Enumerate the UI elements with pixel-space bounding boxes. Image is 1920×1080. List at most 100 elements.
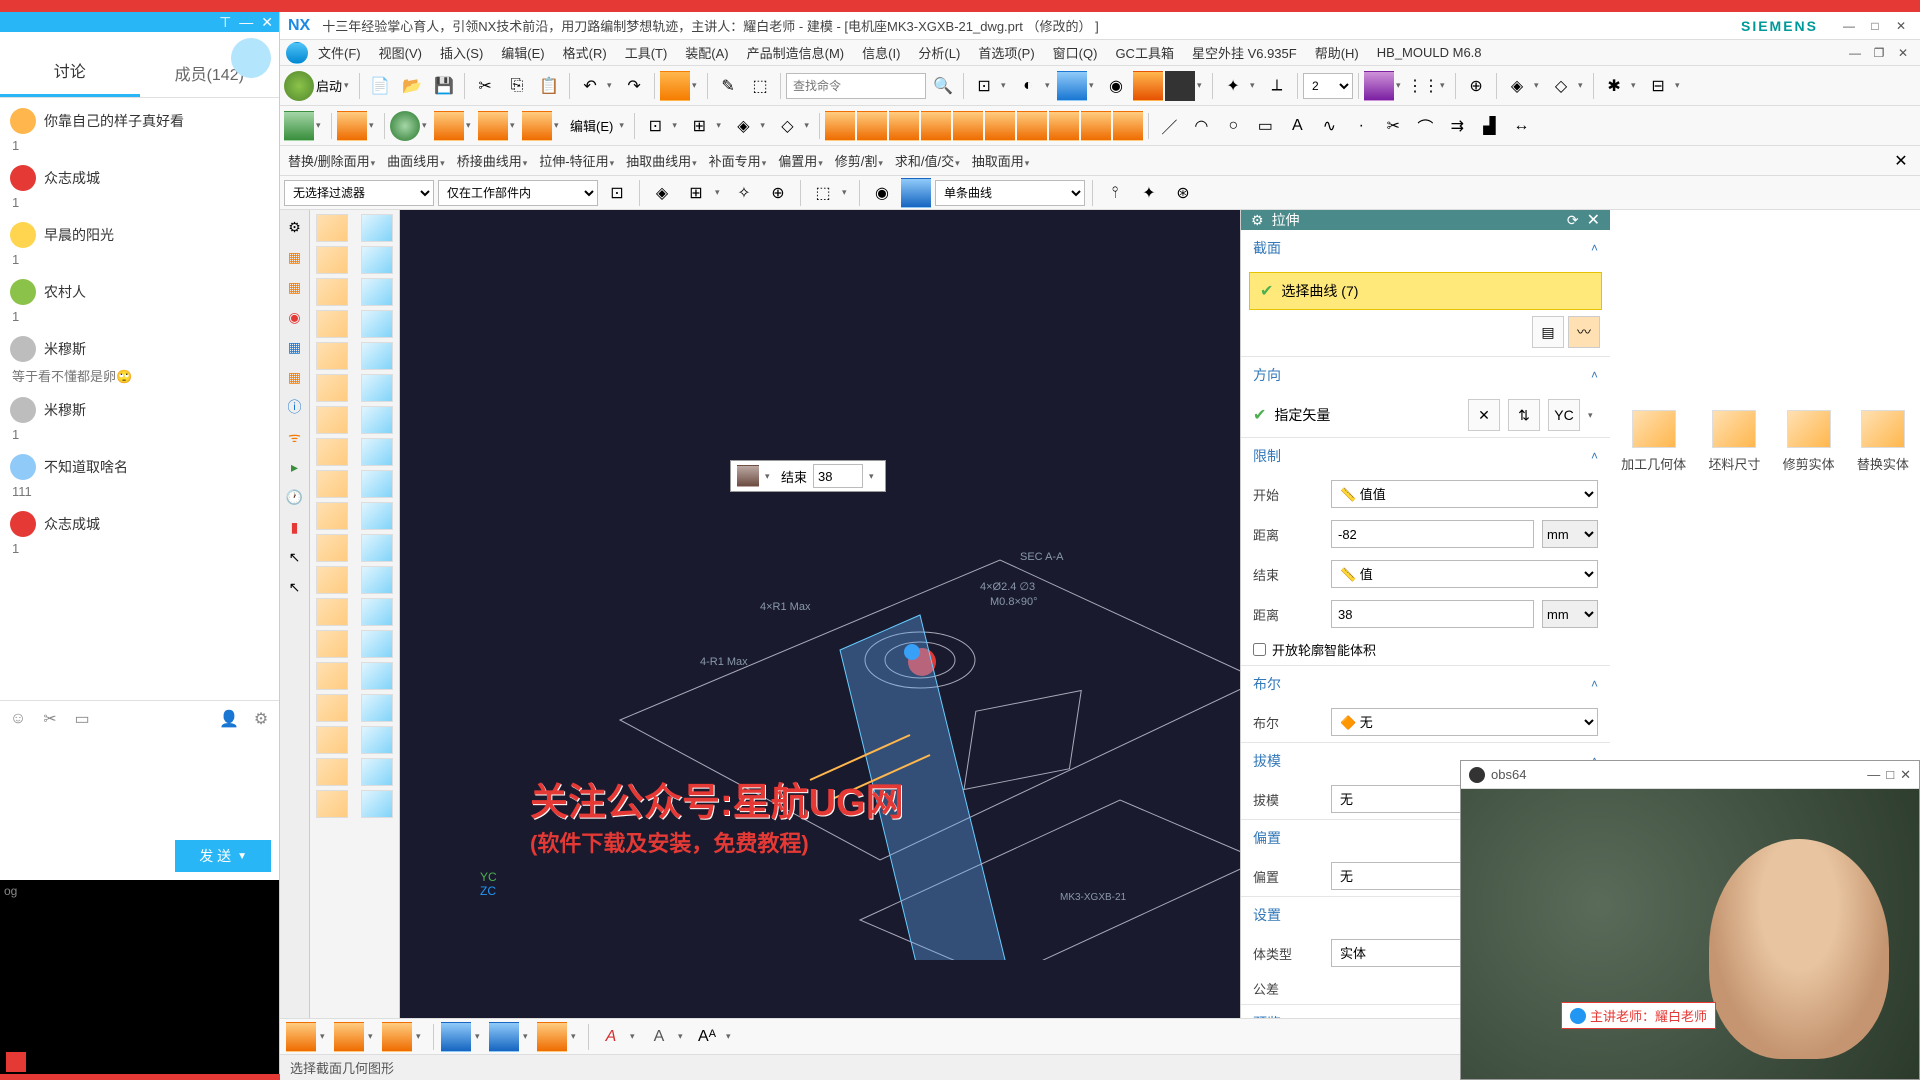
sel11-icon[interactable]: ⊛ xyxy=(1168,178,1198,208)
mdi-restore-icon[interactable]: ❐ xyxy=(1868,44,1890,62)
open-icon[interactable]: 📂 xyxy=(397,71,427,101)
webcam-min-icon[interactable]: — xyxy=(1867,767,1880,782)
vtool-b1[interactable] xyxy=(361,246,393,274)
rail6-icon[interactable]: ⓘ xyxy=(284,396,306,418)
custom-tool[interactable]: 曲面线用▾ xyxy=(383,149,449,172)
minimize-icon[interactable]: — xyxy=(239,14,253,30)
selection-scope[interactable]: 仅在工作部件内 xyxy=(438,180,598,206)
dialog-gear-icon[interactable]: ⚙ xyxy=(1251,212,1264,229)
tb3-close-icon[interactable]: ✕ xyxy=(1886,146,1916,176)
rect-icon[interactable]: ▭ xyxy=(1250,111,1280,141)
misc3-icon[interactable]: ◇ xyxy=(1546,71,1576,101)
close-icon[interactable]: ✕ xyxy=(261,14,273,31)
custom-tool[interactable]: 替换/删除面用▾ xyxy=(284,149,379,172)
vtool-a6[interactable] xyxy=(316,406,348,434)
menu-item[interactable]: 信息(I) xyxy=(854,40,908,65)
point-icon[interactable]: · xyxy=(1346,111,1376,141)
assembly-icon[interactable] xyxy=(1364,71,1394,101)
vtool-b18[interactable] xyxy=(361,790,393,818)
section-offset[interactable]: 偏置 xyxy=(1253,828,1281,848)
emoji-icon[interactable]: ☺ xyxy=(8,709,28,729)
vtool-b15[interactable] xyxy=(361,694,393,722)
menu-item[interactable]: 窗口(Q) xyxy=(1045,40,1106,65)
chat-username[interactable]: 早晨的阳光 xyxy=(44,225,114,245)
circle-icon[interactable]: ○ xyxy=(1218,111,1248,141)
chat-message-list[interactable]: 你靠自己的样子真好看1众志成城1早晨的阳光1农村人1米穆斯等于看不懂都是卵🙄米穆… xyxy=(0,98,279,700)
vtool-a16[interactable] xyxy=(316,726,348,754)
sel6-icon[interactable]: ⬚ xyxy=(808,178,838,208)
custom-tool[interactable]: 求和/值/交▾ xyxy=(891,149,964,172)
bt6-icon[interactable] xyxy=(537,1022,567,1052)
vtool-a14[interactable] xyxy=(316,662,348,690)
redo-icon[interactable]: ↷ xyxy=(619,71,649,101)
sel3-icon[interactable]: ⊞ xyxy=(681,178,711,208)
vtool-a13[interactable] xyxy=(316,630,348,658)
nx-maximize-icon[interactable]: □ xyxy=(1864,17,1886,35)
custom-tool[interactable]: 偏置用▾ xyxy=(774,149,827,172)
vtool-a8[interactable] xyxy=(316,470,348,498)
iso-icon[interactable] xyxy=(1057,71,1087,101)
menu-item[interactable]: GC工具箱 xyxy=(1107,40,1182,65)
bt3-icon[interactable] xyxy=(382,1022,412,1052)
vtool-a17[interactable] xyxy=(316,758,348,786)
mdi-close-icon[interactable]: ✕ xyxy=(1892,44,1914,62)
menu-item[interactable]: HB_MOULD M6.8 xyxy=(1369,42,1490,63)
search-icon[interactable]: 🔍 xyxy=(928,71,958,101)
custom-tool[interactable]: 抽取面用▾ xyxy=(968,149,1034,172)
end-distance[interactable] xyxy=(1331,600,1534,628)
menu-item[interactable]: 分析(L) xyxy=(910,40,968,65)
text-a3-icon[interactable]: Aᴬ xyxy=(692,1022,722,1052)
misc5-icon[interactable]: ⊟ xyxy=(1643,71,1673,101)
feat8-icon[interactable]: ◇ xyxy=(772,111,802,141)
feat6-icon[interactable]: ⊞ xyxy=(684,111,714,141)
menu-item[interactable]: 产品制造信息(M) xyxy=(739,40,853,65)
vtool-a3[interactable] xyxy=(316,310,348,338)
chat-username[interactable]: 农村人 xyxy=(44,282,86,302)
start-button[interactable]: 启动 xyxy=(316,76,342,95)
feature-icon-7[interactable] xyxy=(1049,111,1079,141)
datum-icon[interactable]: ✦ xyxy=(1218,71,1248,101)
vtool-b14[interactable] xyxy=(361,662,393,690)
sel4-icon[interactable]: ✧ xyxy=(729,178,759,208)
person-icon[interactable]: 👤 xyxy=(219,709,239,729)
offset-icon[interactable]: ⇉ xyxy=(1442,111,1472,141)
command-search[interactable] xyxy=(786,73,926,99)
bt2-icon[interactable] xyxy=(334,1022,364,1052)
vtool-a10[interactable] xyxy=(316,534,348,562)
vtool-b13[interactable] xyxy=(361,630,393,658)
vtool-a15[interactable] xyxy=(316,694,348,722)
arc-icon[interactable]: ◠ xyxy=(1186,111,1216,141)
vtool-b17[interactable] xyxy=(361,758,393,786)
webcam-close-icon[interactable]: ✕ xyxy=(1900,767,1911,783)
chat-username[interactable]: 不知道取啥名 xyxy=(44,457,128,477)
rail2-icon[interactable]: ▦ xyxy=(284,276,306,298)
sphere-icon[interactable] xyxy=(390,111,420,141)
dyn-box-icon[interactable] xyxy=(737,465,759,487)
section-limits[interactable]: 限制 xyxy=(1253,446,1281,466)
vtool-a9[interactable] xyxy=(316,502,348,530)
curve-icon[interactable]: 〰 xyxy=(1568,316,1600,348)
feature-icon-0[interactable] xyxy=(825,111,855,141)
vtool-a0[interactable] xyxy=(316,214,348,242)
undo-icon[interactable]: ↶ xyxy=(575,71,605,101)
bool-select[interactable]: 🔶 无 xyxy=(1331,708,1598,736)
sketch-section-icon[interactable]: ▤ xyxy=(1532,316,1564,348)
paste-icon[interactable]: 📋 xyxy=(534,71,564,101)
dyn-value-input[interactable] xyxy=(813,464,863,488)
chat-username[interactable]: 众志成城 xyxy=(44,514,100,534)
nx-minimize-icon[interactable]: — xyxy=(1838,17,1860,35)
vtool-b5[interactable] xyxy=(361,374,393,402)
menu-item[interactable]: 格式(R) xyxy=(555,40,615,65)
send-button[interactable]: 发 送▼ xyxy=(175,840,271,872)
rail11-icon[interactable]: ↖ xyxy=(284,576,306,598)
menu-item[interactable]: 装配(A) xyxy=(677,40,736,65)
selection-filter[interactable]: 无选择过滤器 xyxy=(284,180,434,206)
chat-username[interactable]: 你靠自己的样子真好看 xyxy=(44,111,184,131)
sel5-icon[interactable]: ⊕ xyxy=(763,178,793,208)
vtool-b12[interactable] xyxy=(361,598,393,626)
bt4-icon[interactable] xyxy=(441,1022,471,1052)
scissors-icon[interactable]: ✂ xyxy=(40,709,60,729)
feature-icon-3[interactable] xyxy=(921,111,951,141)
feat3-icon[interactable] xyxy=(478,111,508,141)
sel2-icon[interactable]: ◈ xyxy=(647,178,677,208)
